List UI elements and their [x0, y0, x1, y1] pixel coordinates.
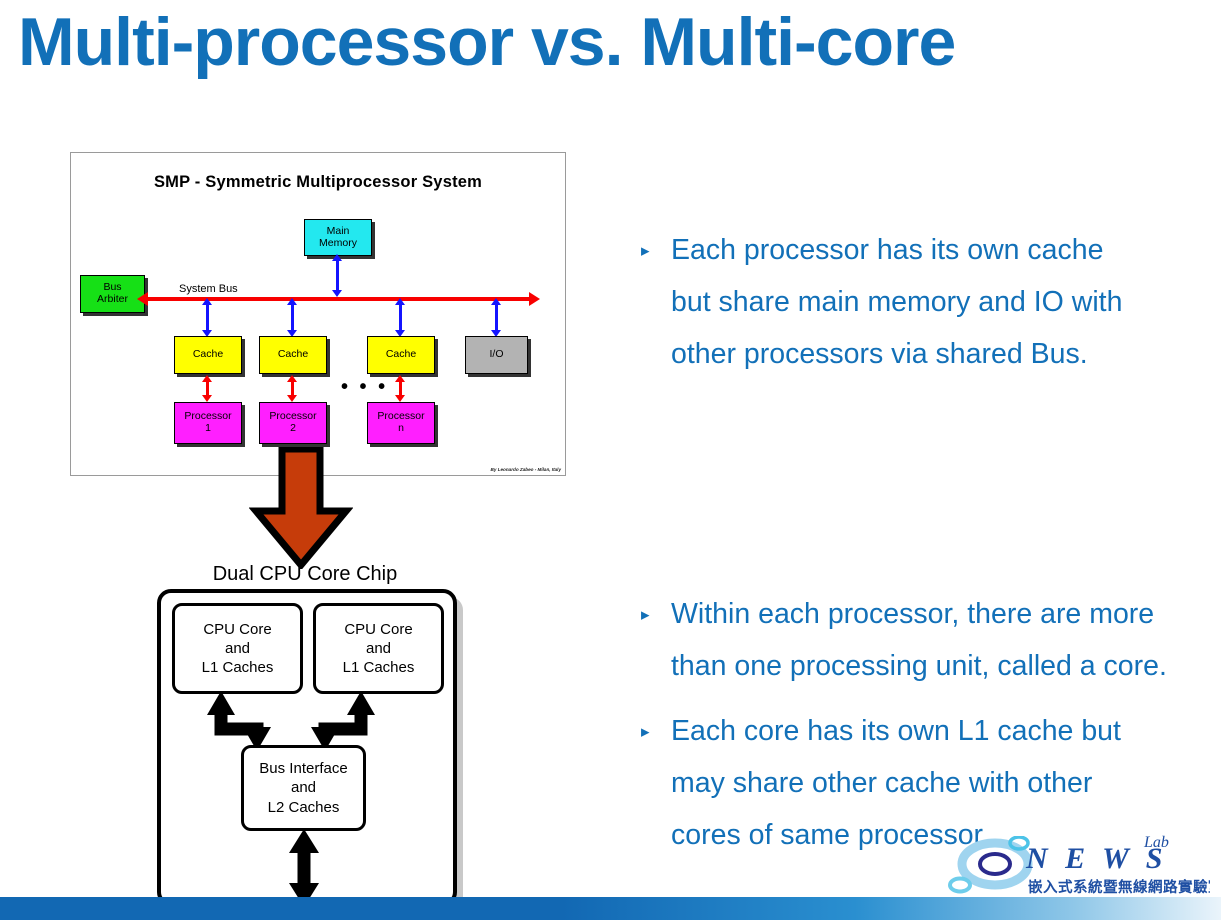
smp-processor-box-n: Processor n — [367, 402, 435, 444]
smp-diagram: SMP - Symmetric Multiprocessor System Ma… — [70, 152, 566, 476]
bullet-2-line2: than one processing unit, called a core. — [671, 650, 1167, 682]
smp-processor-box-1: Processor 1 — [174, 402, 242, 444]
down-arrow-icon — [249, 447, 353, 569]
processor-n-line2: n — [398, 422, 404, 434]
cache3-link-arrow-up-icon — [395, 298, 405, 305]
core-right-line3: L1 Caches — [342, 659, 415, 677]
bullet-block-2: ▸ Within each processor, there are more … — [637, 588, 1167, 692]
proc1-link-arrow-down-icon — [202, 395, 212, 402]
smp-ellipsis: • • • — [341, 376, 389, 398]
main-memory-line1: Main — [326, 224, 350, 237]
bullet-marker-icon-2: ▸ — [641, 605, 650, 624]
procn-link-arrow-down-icon — [395, 395, 405, 402]
processor-1-line2: 1 — [205, 422, 211, 434]
cpu-core-box-right: CPU Core and L1 Caches — [313, 603, 444, 694]
smp-cache-box-1: Cache — [174, 336, 242, 374]
bullet-2-line1: Within each processor, there are more — [671, 598, 1155, 630]
bullet-1-line1: Each processor has its own cache — [671, 234, 1104, 266]
news-lab-superscript: Lab — [1144, 834, 1169, 851]
bottom-accent-bar — [0, 897, 1221, 920]
bus-interface-box: Bus Interface and L2 Caches — [241, 745, 366, 831]
memory-link-arrow-up-icon — [332, 254, 342, 261]
bullet-marker-icon-1: ▸ — [641, 241, 650, 260]
smp-processor-box-2: Processor 2 — [259, 402, 327, 444]
procn-link-arrow-up-icon — [395, 375, 405, 382]
processor-2-line2: 2 — [290, 422, 296, 434]
bus-interface-line2: and — [290, 779, 317, 797]
smp-cache-box-2: Cache — [259, 336, 327, 374]
bullet-block-1: ▸ Each processor has its own cache but s… — [637, 224, 1122, 380]
core-left-line2: and — [224, 639, 251, 657]
io-link-arrow-up-icon — [491, 298, 501, 305]
smp-bus-arbiter-box: Bus Arbiter — [80, 275, 145, 313]
smp-cache-box-3: Cache — [367, 336, 435, 374]
bullet-marker-icon-3: ▸ — [641, 722, 650, 741]
bus-arbiter-line2: Arbiter — [97, 293, 128, 305]
core-right-line2: and — [365, 639, 392, 657]
smp-diagram-title: SMP - Symmetric Multiprocessor System — [153, 173, 483, 191]
cache1-bus-link — [206, 303, 209, 331]
bullet-text-1: Each processor has its own cache but sha… — [671, 224, 1122, 380]
bullet-3-line2: may share other cache with other — [671, 767, 1093, 799]
system-bus-arrow-left-icon — [137, 292, 148, 306]
dualcore-chip-label: Dual CPU Core Chip — [212, 563, 398, 585]
page-title: Multi-processor vs. Multi-core — [18, 4, 956, 80]
memory-bus-link — [336, 259, 339, 291]
main-memory-line2: Memory — [319, 236, 357, 249]
proc2-link-arrow-up-icon — [287, 375, 297, 382]
bus-interface-line1: Bus Interface — [259, 760, 348, 778]
smp-io-box: I/O — [465, 336, 528, 374]
cache1-link-arrow-up-icon — [202, 298, 212, 305]
core-left-line3: L1 Caches — [201, 659, 274, 677]
bullet-3-line1: Each core has its own L1 cache but — [671, 715, 1121, 747]
bus-interface-line3: L2 Caches — [267, 798, 340, 816]
system-bus-label: System Bus — [179, 283, 238, 295]
cache2-link-arrow-up-icon — [287, 298, 297, 305]
bullet-1-line3: other processors via shared Bus. — [671, 338, 1088, 370]
external-bus-arrow-icon — [289, 829, 319, 907]
core-left-line1: CPU Core — [203, 620, 272, 638]
cache2-bus-link — [291, 303, 294, 331]
io-bus-link — [495, 303, 498, 331]
system-bus-arrow-right-icon — [529, 292, 540, 306]
smp-main-memory-box: Main Memory — [304, 219, 372, 256]
cache3-bus-link — [399, 303, 402, 331]
smp-diagram-credit: By Leonardo Zabeo - Milan, Italy — [490, 467, 561, 472]
core-right-line1: CPU Core — [344, 620, 413, 638]
bullet-1-line2: but share main memory and IO with — [671, 286, 1123, 318]
proc1-link-arrow-up-icon — [202, 375, 212, 382]
proc2-link-arrow-down-icon — [287, 395, 297, 402]
news-lab-chinese-subtitle: 嵌入式系統暨無線網路實驗室 — [1028, 880, 1210, 896]
dualcore-chip-diagram: CPU Core and L1 Caches CPU Core and L1 C… — [157, 589, 457, 907]
memory-link-arrow-down-icon — [332, 290, 342, 297]
cpu-core-box-left: CPU Core and L1 Caches — [172, 603, 303, 694]
bullet-text-2: Within each processor, there are more th… — [671, 588, 1167, 692]
